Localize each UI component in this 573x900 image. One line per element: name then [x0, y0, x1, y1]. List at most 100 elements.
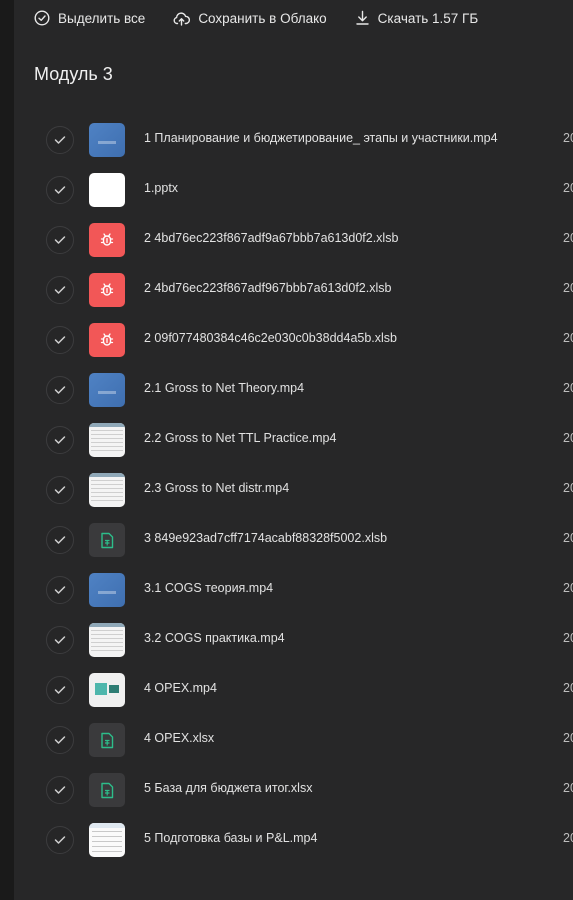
- file-thumbnail[interactable]: [89, 623, 125, 657]
- file-name[interactable]: 2.1 Gross to Net Theory.mp4: [144, 381, 304, 395]
- check-icon: [54, 436, 66, 444]
- file-date: 20: [563, 131, 573, 145]
- file-row[interactable]: 4 OPEX.mp4 20: [14, 665, 573, 715]
- save-to-cloud-button[interactable]: Сохранить в Облако: [173, 10, 327, 26]
- file-list: 1 Планирование и бюджетирование_ этапы и…: [14, 115, 573, 865]
- file-date: 20: [563, 431, 573, 445]
- file-row[interactable]: 2 4bd76ec223f867adf9a67bbb7a613d0f2.xlsb…: [14, 215, 573, 265]
- row-checkbox[interactable]: [46, 326, 74, 354]
- file-row[interactable]: 2.2 Gross to Net TTL Practice.mp4 20: [14, 415, 573, 465]
- file-row[interactable]: 2 4bd76ec223f867adf967bbb7a613d0f2.xlsb …: [14, 265, 573, 315]
- file-thumbnail[interactable]: [89, 323, 125, 357]
- file-name[interactable]: 3.2 COGS практика.mp4: [144, 631, 285, 645]
- row-checkbox[interactable]: [46, 776, 74, 804]
- check-icon: [54, 636, 66, 644]
- file-row[interactable]: 3 849e923ad7cff7174acabf88328f5002.xlsb …: [14, 515, 573, 565]
- file-name[interactable]: 3.1 COGS теория.mp4: [144, 581, 273, 595]
- check-icon: [54, 486, 66, 494]
- bug-icon: [100, 233, 114, 246]
- file-name[interactable]: 4 OPEX.mp4: [144, 681, 217, 695]
- select-all-button[interactable]: Выделить все: [34, 10, 145, 26]
- file-date: 20: [563, 681, 573, 695]
- file-name[interactable]: 2 4bd76ec223f867adf967bbb7a613d0f2.xlsb: [144, 281, 391, 295]
- file-date: 20: [563, 481, 573, 495]
- bug-icon: [100, 283, 114, 296]
- file-thumbnail[interactable]: [89, 273, 125, 307]
- file-thumbnail[interactable]: [89, 123, 125, 157]
- file-thumbnail[interactable]: [89, 473, 125, 507]
- file-name[interactable]: 2 4bd76ec223f867adf9a67bbb7a613d0f2.xlsb: [144, 231, 398, 245]
- check-icon: [54, 536, 66, 544]
- row-checkbox[interactable]: [46, 126, 74, 154]
- row-checkbox[interactable]: [46, 426, 74, 454]
- row-checkbox[interactable]: [46, 626, 74, 654]
- file-row[interactable]: 1.pptx 20: [14, 165, 573, 215]
- file-date: 20: [563, 631, 573, 645]
- row-checkbox[interactable]: [46, 176, 74, 204]
- file-date: 20: [563, 781, 573, 795]
- file-thumbnail[interactable]: [89, 523, 125, 557]
- file-row[interactable]: 5 Подготовка базы и P&L.mp4 20: [14, 815, 573, 865]
- check-icon: [54, 236, 66, 244]
- select-all-label: Выделить все: [58, 10, 146, 26]
- file-row[interactable]: 5 База для бюджета итог.xlsx 20: [14, 765, 573, 815]
- check-icon: [54, 786, 66, 794]
- file-thumbnail[interactable]: [89, 423, 125, 457]
- row-checkbox[interactable]: [46, 526, 74, 554]
- check-icon: [54, 686, 66, 694]
- file-thumbnail[interactable]: [89, 723, 125, 757]
- download-button[interactable]: Скачать 1.57 ГБ: [355, 10, 478, 26]
- file-name[interactable]: 3 849e923ad7cff7174acabf88328f5002.xlsb: [144, 531, 387, 545]
- file-name[interactable]: 4 OPEX.xlsx: [144, 731, 214, 745]
- file-date: 20: [563, 231, 573, 245]
- row-checkbox[interactable]: [46, 276, 74, 304]
- file-thumbnail[interactable]: [89, 373, 125, 407]
- file-thumbnail[interactable]: [89, 673, 125, 707]
- file-thumbnail[interactable]: [89, 823, 125, 857]
- file-date: 20: [563, 381, 573, 395]
- file-thumbnail[interactable]: [89, 223, 125, 257]
- file-thumbnail[interactable]: [89, 173, 125, 207]
- file-date: 20: [563, 831, 573, 845]
- spreadsheet-file-icon: [101, 532, 114, 548]
- check-icon: [54, 836, 66, 844]
- file-name[interactable]: 2 09f077480384c46c2e030c0b38dd4a5b.xlsb: [144, 331, 397, 345]
- row-checkbox[interactable]: [46, 576, 74, 604]
- row-checkbox[interactable]: [46, 726, 74, 754]
- file-name[interactable]: 1.pptx: [144, 181, 178, 195]
- file-row[interactable]: 2.1 Gross to Net Theory.mp4 20: [14, 365, 573, 415]
- file-date: 20: [563, 731, 573, 745]
- file-row[interactable]: 3.1 COGS теория.mp4 20: [14, 565, 573, 615]
- spreadsheet-file-icon: [101, 732, 114, 748]
- file-name[interactable]: 1 Планирование и бюджетирование_ этапы и…: [144, 131, 498, 145]
- file-date: 20: [563, 281, 573, 295]
- file-name[interactable]: 5 База для бюджета итог.xlsx: [144, 781, 312, 795]
- file-name[interactable]: 2.3 Gross to Net distr.mp4: [144, 481, 289, 495]
- row-checkbox[interactable]: [46, 826, 74, 854]
- file-name[interactable]: 5 Подготовка базы и P&L.mp4: [144, 831, 317, 845]
- row-checkbox[interactable]: [46, 226, 74, 254]
- file-date: 20: [563, 331, 573, 345]
- file-thumbnail[interactable]: [89, 773, 125, 807]
- check-icon: [54, 186, 66, 194]
- download-icon: [355, 10, 369, 25]
- save-to-cloud-label: Сохранить в Облако: [198, 10, 327, 26]
- row-checkbox[interactable]: [46, 476, 74, 504]
- check-icon: [54, 386, 66, 394]
- file-date: 20: [563, 581, 573, 595]
- file-name[interactable]: 2.2 Gross to Net TTL Practice.mp4: [144, 431, 336, 445]
- row-checkbox[interactable]: [46, 376, 74, 404]
- file-row[interactable]: 4 OPEX.xlsx 20: [14, 715, 573, 765]
- bug-icon: [100, 333, 114, 346]
- check-circle-icon: [34, 10, 50, 26]
- file-date: 20: [563, 181, 573, 195]
- row-checkbox[interactable]: [46, 676, 74, 704]
- file-row[interactable]: 1 Планирование и бюджетирование_ этапы и…: [14, 115, 573, 165]
- file-row[interactable]: 2 09f077480384c46c2e030c0b38dd4a5b.xlsb …: [14, 315, 573, 365]
- file-row[interactable]: 2.3 Gross to Net distr.mp4 20: [14, 465, 573, 515]
- file-thumbnail[interactable]: [89, 573, 125, 607]
- spreadsheet-file-icon: [101, 782, 114, 798]
- check-icon: [54, 336, 66, 344]
- left-edge-strip: [0, 0, 14, 900]
- file-row[interactable]: 3.2 COGS практика.mp4 20: [14, 615, 573, 665]
